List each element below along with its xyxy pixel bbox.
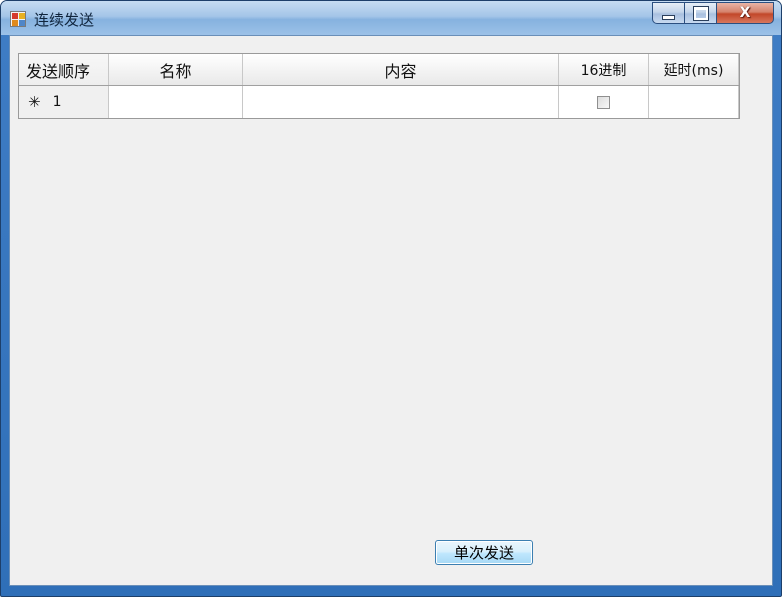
- column-header-name[interactable]: 名称: [109, 54, 243, 85]
- minimize-button[interactable]: [652, 2, 684, 24]
- column-header-content[interactable]: 内容: [243, 54, 559, 85]
- grid-header-row: 发送顺序 名称 内容 16进制 延时(ms): [19, 54, 739, 86]
- client-area: 发送顺序 名称 内容 16进制 延时(ms) ✳ 1 单次发送: [9, 35, 773, 586]
- row-index: 1: [52, 94, 62, 110]
- name-cell[interactable]: [109, 86, 243, 118]
- title-bar[interactable]: 连续发送 X: [1, 1, 781, 35]
- delay-cell[interactable]: [649, 86, 739, 118]
- new-row-icon: ✳: [28, 93, 41, 111]
- maximize-icon: [693, 6, 708, 20]
- maximize-button[interactable]: [684, 2, 716, 24]
- content-cell[interactable]: [243, 86, 559, 118]
- hex-cell[interactable]: [559, 86, 649, 118]
- window-controls: X: [652, 2, 774, 26]
- send-sequence-grid: 发送顺序 名称 内容 16进制 延时(ms) ✳ 1: [18, 53, 740, 119]
- column-header-hex[interactable]: 16进制: [559, 54, 649, 85]
- window-title: 连续发送: [34, 11, 95, 29]
- hex-checkbox[interactable]: [597, 95, 610, 109]
- minimize-icon: [662, 14, 675, 20]
- column-header-send-order[interactable]: 发送顺序: [19, 54, 109, 85]
- table-row: ✳ 1: [19, 86, 739, 118]
- row-header[interactable]: ✳ 1: [19, 86, 109, 118]
- close-icon: X: [739, 5, 751, 21]
- column-header-delay[interactable]: 延时(ms): [649, 54, 739, 85]
- close-button[interactable]: X: [716, 2, 774, 24]
- continuous-send-window: 连续发送 X 发送顺序 名称 内容 16进制 延时(ms) ✳ 1 单次发送: [0, 0, 782, 597]
- app-icon: [10, 11, 26, 27]
- single-send-button[interactable]: 单次发送: [435, 540, 533, 565]
